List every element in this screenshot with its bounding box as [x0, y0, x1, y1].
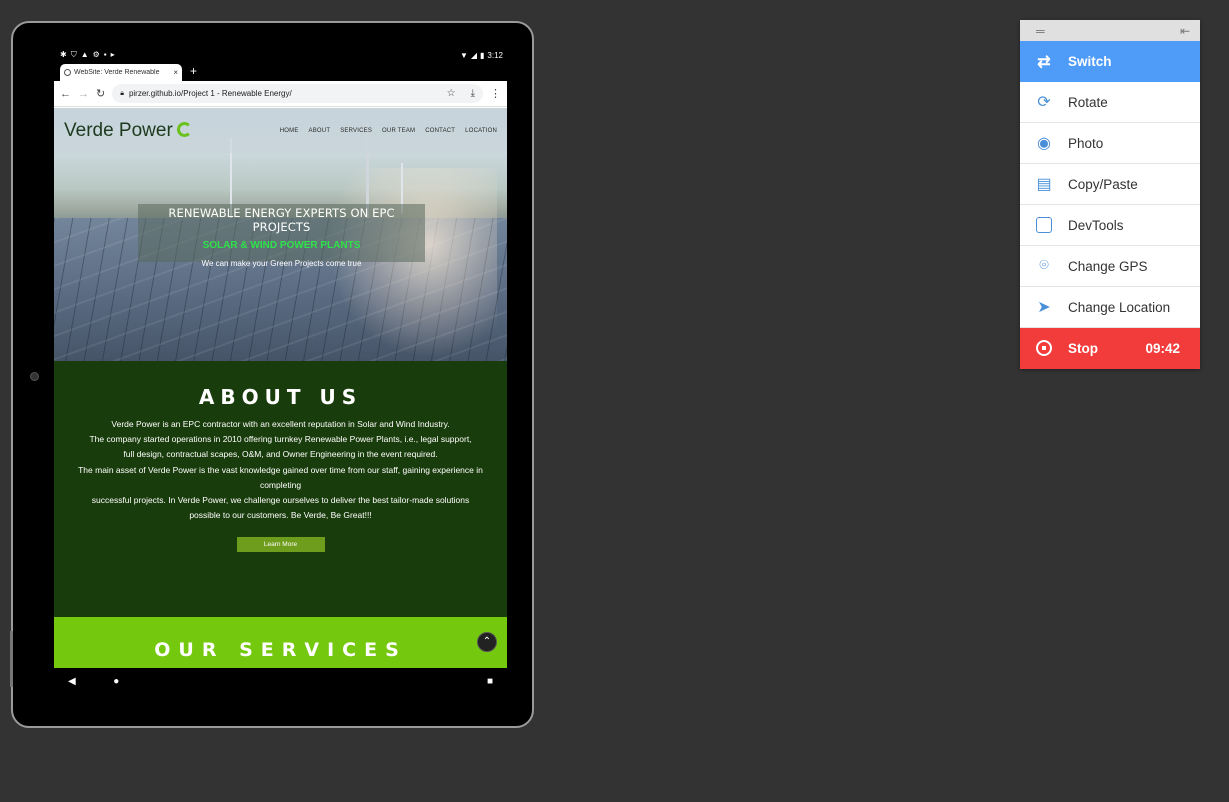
about-line: successful projects. In Verde Power, we …	[91, 495, 470, 506]
stop-button[interactable]: Stop 09:42	[1020, 328, 1200, 369]
front-camera	[30, 372, 39, 381]
url-field[interactable]: 🔒︎ pirzer.github.io/Project 1 - Renewabl…	[112, 84, 483, 103]
swap-arrows-icon: ⇄	[1037, 53, 1051, 71]
close-tab-icon[interactable]: ×	[173, 68, 178, 77]
change-location-button[interactable]: ➤ Change Location	[1020, 287, 1200, 328]
photo-button[interactable]: ◉ Photo	[1020, 123, 1200, 164]
device-screen: ✱ ⛉ ▲ ⚙ ▪ ▸ ▼ ◢ ▮ 3:12 WebSite: Verde Re…	[54, 48, 507, 694]
signal-icon: ◢	[470, 50, 478, 60]
scroll-to-top-button[interactable]: ⌃	[477, 632, 497, 652]
stop-label: Stop	[1068, 341, 1098, 356]
browser-tab[interactable]: WebSite: Verde Renewable ×	[60, 64, 182, 81]
rotate-button[interactable]: ⟳ Rotate	[1020, 82, 1200, 123]
about-heading: ABOUT US	[198, 385, 363, 409]
hero-section: Verde Power HOME ABOUT SERVICES OUR TEAM…	[54, 108, 507, 361]
new-tab-button[interactable]: +	[190, 64, 197, 79]
collapse-panel-icon[interactable]: ⇤	[1180, 24, 1190, 38]
lock-icon: 🔒︎	[120, 89, 124, 97]
browser-tab-strip: WebSite: Verde Renewable × +	[54, 62, 507, 81]
about-line: Verde Power is an EPC contractor with an…	[111, 419, 450, 429]
about-section: ABOUT US Verde Power is an EPC contracto…	[54, 361, 507, 617]
tablet-side-button[interactable]	[10, 631, 13, 687]
about-text: Verde Power is an EPC contractor with an…	[74, 417, 487, 523]
nav-home[interactable]: HOME	[280, 128, 299, 134]
change-location-label: Change Location	[1068, 299, 1171, 315]
android-nav-bar: ◀ ● ■	[54, 668, 507, 694]
download-icon[interactable]: ⤓	[471, 88, 475, 99]
learn-more-button[interactable]: Learn More	[236, 537, 325, 553]
about-line: The main asset of Verde Power is the vas…	[78, 464, 483, 490]
nav-home-icon[interactable]: ●	[113, 676, 119, 687]
address-bar: ← → ↻ 🔒︎ pirzer.github.io/Project 1 - Re…	[54, 81, 507, 107]
notification-icons: ✱ ⛉ ▲ ⚙ ▪ ▸	[60, 50, 115, 60]
bookmark-star-icon[interactable]: ☆	[447, 88, 456, 99]
nav-contact[interactable]: CONTACT	[425, 128, 455, 134]
tool-panel-header: ═ ⇤	[1020, 20, 1200, 41]
change-gps-button[interactable]: ⌾ Change GPS	[1020, 246, 1200, 287]
hero-text-box: RENEWABLE ENERGY EXPERTS ON EPC PROJECTS…	[138, 204, 425, 268]
site-header: Verde Power HOME ABOUT SERVICES OUR TEAM…	[54, 108, 507, 153]
services-section: OUR SERVICES ⌃	[54, 617, 507, 668]
nav-services[interactable]: SERVICES	[340, 128, 372, 134]
switch-label: Switch	[1068, 54, 1112, 69]
hero-tagline: We can make your Green Projects come tru…	[201, 259, 362, 268]
clipboard-notif-icon: ▪	[103, 50, 107, 59]
chevron-up-icon: ⌃	[482, 636, 492, 647]
map-pin-icon: ⌾	[1039, 257, 1049, 274]
nav-back-icon[interactable]: ◀	[68, 676, 76, 687]
drag-handle-icon[interactable]: ═	[1036, 24, 1045, 38]
photo-label: Photo	[1068, 135, 1104, 151]
switch-button[interactable]: ⇄ Switch	[1020, 41, 1200, 82]
devtools-label: DevTools	[1068, 217, 1124, 233]
notification-icon: ✱	[60, 50, 67, 59]
logo-power-icon	[176, 121, 192, 137]
media-icon: ▸	[110, 50, 115, 59]
web-page: Verde Power HOME ABOUT SERVICES OUR TEAM…	[54, 108, 507, 668]
logo-text: Verde Power	[64, 119, 173, 141]
clipboard-icon: ▤	[1036, 176, 1052, 193]
copy-paste-button[interactable]: ▤ Copy/Paste	[1020, 164, 1200, 205]
hero-subtitle: SOLAR & WIND POWER PLANTS	[202, 240, 361, 251]
about-line: possible to our customers. Be Verde, Be …	[189, 510, 372, 521]
code-window-icon	[1020, 216, 1068, 234]
status-right: ▼ ◢ ▮ 3:12	[460, 51, 503, 60]
globe-icon	[64, 69, 71, 76]
android-status-bar: ✱ ⛉ ▲ ⚙ ▪ ▸ ▼ ◢ ▮ 3:12	[54, 48, 507, 62]
change-gps-label: Change GPS	[1068, 258, 1148, 274]
nav-about[interactable]: ABOUT	[309, 128, 331, 134]
site-logo[interactable]: Verde Power	[64, 120, 192, 142]
about-line: full design, contractual scapes, O&M, an…	[123, 449, 438, 460]
shield-icon: ⛉	[70, 50, 77, 59]
nav-our-team[interactable]: OUR TEAM	[382, 128, 415, 134]
services-heading: OUR SERVICES	[154, 639, 407, 661]
camera-icon: ◉	[1037, 135, 1051, 152]
reload-icon[interactable]: ↻	[96, 87, 105, 100]
copy-paste-label: Copy/Paste	[1068, 176, 1138, 192]
session-timer: 09:42	[1145, 341, 1180, 356]
settings-icon: ⚙	[92, 50, 100, 59]
url-text: pirzer.github.io/Project 1 - Renewable E…	[128, 89, 292, 98]
battery-icon: ▮	[480, 50, 485, 60]
hero-title: RENEWABLE ENERGY EXPERTS ON EPC PROJECTS	[168, 206, 395, 234]
menu-kebab-icon[interactable]: ⋮	[490, 87, 501, 100]
nav-recents-icon[interactable]: ■	[487, 676, 493, 687]
forward-icon[interactable]: →	[78, 88, 89, 100]
about-line: The company started operations in 2010 o…	[89, 434, 472, 445]
stop-icon	[1020, 340, 1068, 358]
emulator-tool-panel: ═ ⇤ ⇄ Switch ⟳ Rotate ◉ Photo ▤ Copy/Pas…	[1020, 20, 1200, 369]
warning-icon: ▲	[80, 50, 89, 59]
navigation-arrow-icon: ➤	[1037, 299, 1051, 316]
devtools-button[interactable]: DevTools	[1020, 205, 1200, 246]
rotate-icon: ⟳	[1037, 94, 1051, 111]
back-icon[interactable]: ←	[60, 88, 71, 100]
tab-title: WebSite: Verde Renewable	[74, 69, 160, 76]
site-nav: HOME ABOUT SERVICES OUR TEAM CONTACT LOC…	[280, 128, 497, 134]
status-time: 3:12	[487, 50, 503, 60]
tablet-device: ✱ ⛉ ▲ ⚙ ▪ ▸ ▼ ◢ ▮ 3:12 WebSite: Verde Re…	[10, 21, 534, 728]
wifi-icon: ▼	[459, 50, 468, 60]
nav-location[interactable]: LOCATION	[465, 128, 497, 134]
rotate-label: Rotate	[1068, 94, 1108, 110]
